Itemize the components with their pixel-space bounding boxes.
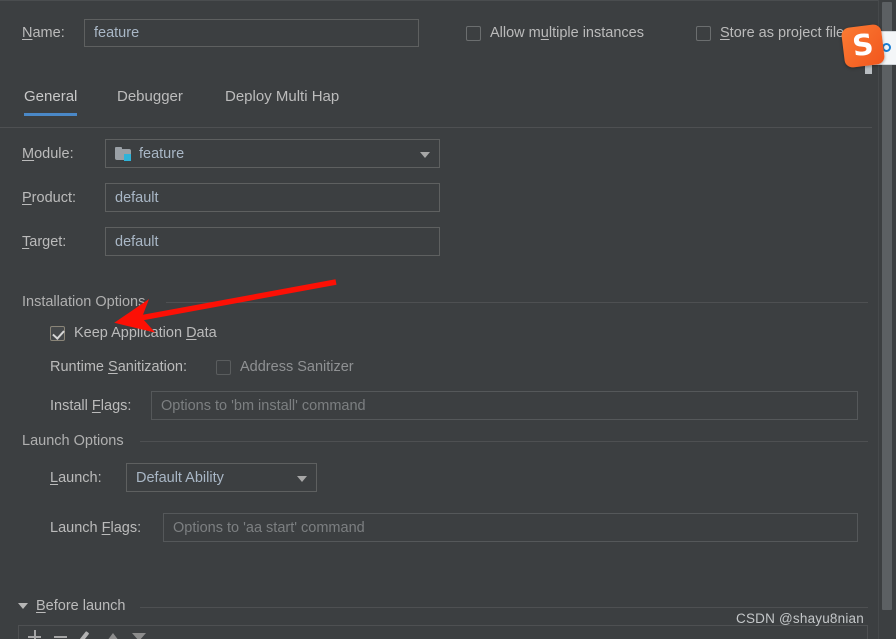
checkbox-box[interactable] [50, 326, 65, 341]
launch-label: Launch: [50, 470, 102, 486]
chevron-down-icon[interactable] [420, 152, 430, 158]
checkbox-box[interactable] [696, 26, 711, 41]
sogou-logo-letter: S [841, 24, 886, 69]
runtime-sanitization-label: Runtime Sanitization: [50, 359, 187, 375]
module-folder-icon [115, 147, 131, 161]
remove-icon[interactable] [54, 630, 67, 639]
csdn-watermark: CSDN @shayu8nian [736, 611, 864, 626]
tab-general[interactable]: General [24, 88, 77, 116]
chevron-down-icon[interactable] [18, 603, 28, 609]
allow-multiple-instances-checkbox[interactable]: Allow multiple instances [466, 25, 644, 41]
vertical-scrollbar[interactable] [878, 0, 896, 639]
keep-application-data-checkbox[interactable]: Keep Application Data [50, 325, 217, 341]
checkbox-box[interactable] [216, 360, 231, 375]
launch-flags-field[interactable]: Options to 'aa start' command [163, 513, 858, 542]
edit-icon[interactable] [80, 630, 93, 639]
installation-options-title: Installation Options [22, 294, 145, 310]
configuration-tabs: General Debugger Deploy Multi Hap [0, 88, 872, 128]
before-launch-divider [140, 607, 868, 608]
tab-debugger[interactable]: Debugger [117, 88, 183, 116]
chevron-down-icon[interactable] [297, 476, 307, 482]
address-sanitizer-label: Address Sanitizer [240, 359, 354, 375]
add-icon[interactable] [28, 630, 41, 639]
module-label: Module: [22, 146, 74, 162]
name-input[interactable] [84, 19, 419, 47]
checkbox-box[interactable] [466, 26, 481, 41]
launch-options-divider [140, 441, 868, 442]
tabs-bottom-border [0, 127, 872, 128]
keep-application-data-label: Keep Application Data [74, 325, 217, 341]
address-sanitizer-checkbox[interactable]: Address Sanitizer [216, 359, 354, 375]
install-flags-field[interactable]: Options to 'bm install' command [151, 391, 858, 420]
launch-flags-label: Launch Flags: [50, 520, 141, 536]
tab-deploy-multi-hap[interactable]: Deploy Multi Hap [225, 88, 339, 116]
launch-options-title: Launch Options [22, 433, 124, 449]
store-as-project-file-checkbox[interactable]: Store as project file [696, 25, 844, 41]
allow-multiple-instances-label: Allow multiple instances [490, 25, 644, 41]
target-label: Target: [22, 234, 66, 250]
launch-combobox[interactable]: Default Ability [126, 463, 317, 492]
before-launch-toolbar [28, 630, 145, 639]
module-value: feature [139, 146, 184, 162]
move-down-icon[interactable] [132, 630, 145, 639]
target-value: default [115, 234, 159, 250]
move-up-icon[interactable] [106, 630, 119, 639]
launch-value: Default Ability [136, 470, 224, 486]
product-field[interactable]: default [105, 183, 440, 212]
launch-flags-placeholder: Options to 'aa start' command [173, 520, 365, 536]
store-as-project-file-label: Store as project file [720, 25, 844, 41]
product-label: Product: [22, 190, 76, 206]
before-launch-header[interactable]: Before launch [18, 598, 125, 614]
product-value: default [115, 190, 159, 206]
name-label: Name: [22, 25, 65, 41]
sogou-logo-icon[interactable]: S [841, 24, 886, 69]
install-flags-placeholder: Options to 'bm install' command [161, 398, 366, 414]
name-row: Name: Allow multiple instances Store as … [0, 0, 896, 62]
scrollbar-thumb[interactable] [882, 2, 892, 610]
install-flags-label: Install Flags: [50, 398, 131, 414]
module-combobox[interactable]: feature [105, 139, 440, 168]
before-launch-label: Before launch [36, 598, 125, 614]
run-debug-configuration-dialog: Name: Allow multiple instances Store as … [0, 0, 896, 639]
sogou-ime-floating-bar[interactable]: S [843, 22, 896, 74]
installation-options-divider [166, 302, 868, 303]
target-field[interactable]: default [105, 227, 440, 256]
